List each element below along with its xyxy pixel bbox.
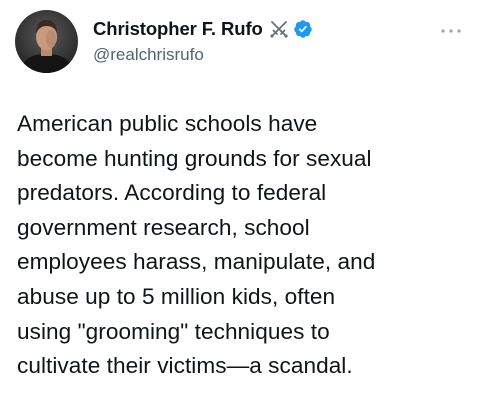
tweet-text-line: abuse up to 5 million kids, often [17,283,336,309]
tweet-text-line: government research, school [17,214,310,240]
tweet-text-line: employees harass, manipulate, and [17,249,376,275]
more-options-button[interactable] [439,24,463,36]
verified-badge-icon [293,19,313,39]
tweet-text-line: become hunting grounds for sexual [17,145,372,171]
author-name-row: Christopher F. Rufo [93,16,313,42]
tweet-text-line: cultivate their victims—a scandal. [17,353,353,379]
tweet-text-line: American public schools have [17,111,318,136]
crossed-swords-icon [269,19,289,39]
tweet-text: American public schools have become hunt… [17,107,469,384]
author-handle[interactable]: @realchrisrufo [93,45,204,65]
tweet-text-line: predators. According to federal [17,180,327,206]
author-display-name[interactable]: Christopher F. Rufo [93,18,263,40]
tweet-card: Christopher F. Rufo @realchrisrufo Ameri… [0,0,479,412]
avatar[interactable] [15,10,78,73]
avatar-image [15,10,78,73]
more-horizontal-icon [441,29,461,33]
tweet-text-line: using "grooming" techniques to [17,318,330,344]
